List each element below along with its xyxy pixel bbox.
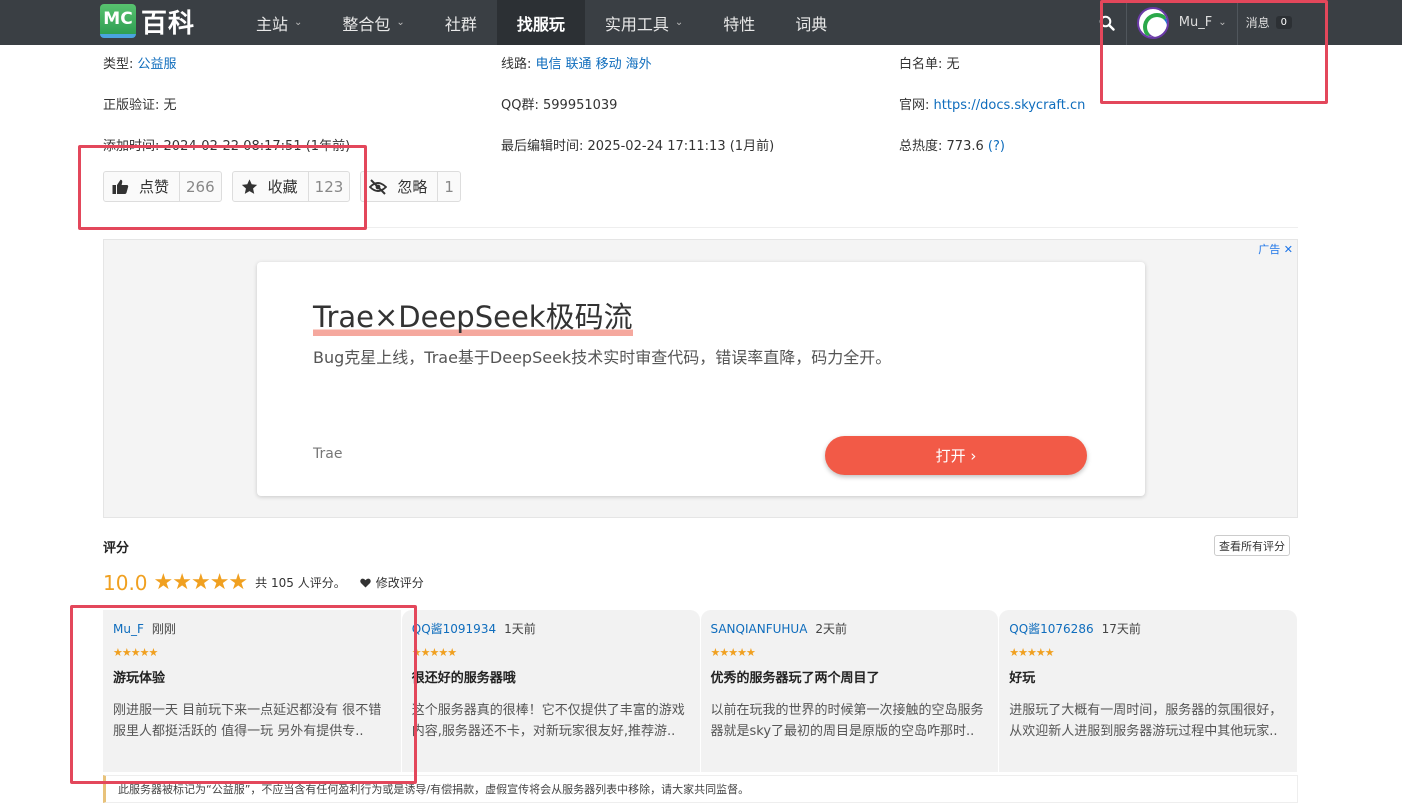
ad-banner[interactable]: 广告 ✕ Trae×DeepSeek极码流 Bug克星上线，Trae基于Deep… (103, 239, 1298, 518)
review-body: 这个服务器真的很棒！它不仅提供了丰富的游戏内容,服务器还不卡，对新玩家很友好,推… (411, 703, 685, 739)
highlight-box-user (1100, 0, 1328, 104)
premium-label: 正版验证: (103, 98, 160, 113)
chevron-down-icon: ⌄ (396, 17, 405, 28)
heat-help-link[interactable]: (?) (988, 139, 1005, 154)
nav-item-features[interactable]: 特性 (703, 0, 775, 45)
route-link[interactable]: 移动 (596, 57, 622, 72)
review-card[interactable]: QQ酱1091934 1天前 ★★★★★ 很还好的服务器哦 这个服务器真的很棒！它… (401, 610, 700, 772)
ad-description: Bug克星上线，Trae基于DeepSeek技术实时审查代码，错误率直降，码力全… (313, 348, 892, 367)
nav-label: 整合包 (342, 14, 391, 34)
review-user[interactable]: QQ酱1091934 (412, 622, 496, 636)
info-premium: 正版验证: 无 (103, 94, 501, 113)
main-nav: 主站 ⌄ 整合包 ⌄ 社群 找服玩 实用工具 ⌄ 特性 词典 (236, 0, 847, 45)
route-link[interactable]: 电信 (536, 57, 562, 72)
score-row: 10.0 ★★★★★ 共 105 人评分。 修改评分 (103, 570, 424, 595)
ad-open-button[interactable]: 打开 › (825, 436, 1087, 475)
premium-value: 无 (163, 98, 177, 113)
ad-brand: Trae (313, 446, 343, 462)
site-logo[interactable]: MC 百科 (100, 3, 195, 39)
review-header: QQ酱1091934 1天前 (412, 620, 690, 637)
edit-rating-label: 修改评分 (375, 576, 424, 590)
ignore-main: 忽略 (361, 172, 439, 201)
whitelist-label: 白名单: (899, 57, 943, 72)
review-body: 进服玩了大概有一周时间，服务器的氛围很好，从欢迎新人进服到服务器游玩过程中其他玩… (1009, 703, 1283, 739)
edited-value: 2025-02-24 17:11:13 (1月前) (587, 139, 775, 154)
review-header: SANQIANFUHUA 2天前 (711, 620, 989, 637)
edited-label: 最后编辑时间: (501, 139, 584, 154)
info-qq: QQ群: 599951039 (501, 94, 899, 113)
ignore-count: 1 (444, 177, 454, 196)
ad-close-tag[interactable]: 广告 ✕ (1258, 241, 1293, 257)
rating-stars: ★★★★★ (153, 570, 249, 595)
review-title: 很还好的服务器哦 (411, 671, 516, 686)
review-user[interactable]: QQ酱1076286 (1009, 622, 1093, 636)
ignore-button[interactable]: 忽略 1 (360, 171, 461, 202)
qq-value: 599951039 (543, 98, 618, 113)
edit-rating-link[interactable]: 修改评分 (359, 574, 424, 591)
nav-item-servers[interactable]: 找服玩 (496, 0, 585, 45)
nav-label: 主站 (256, 14, 289, 34)
logo-text: 百科 (141, 8, 196, 39)
review-stars: ★★★★★ (1009, 646, 1054, 659)
view-all-ratings-button[interactable]: 查看所有评分 (1214, 535, 1290, 556)
info-routes: 线路: 电信 联通 移动 海外 (501, 53, 899, 72)
route-label: 线路: (501, 57, 532, 72)
highlight-box-review (70, 605, 417, 784)
info-heat: 总热度: 773.6 (?) (899, 135, 1297, 154)
nav-label: 实用工具 (604, 14, 669, 34)
nav-item-dictionary[interactable]: 词典 (775, 0, 847, 45)
review-time: 2天前 (815, 622, 848, 636)
review-time: 17天前 (1101, 622, 1141, 636)
whitelist-value: 无 (946, 57, 960, 72)
review-card[interactable]: SANQIANFUHUA 2天前 ★★★★★ 优秀的服务器玩了两个周目了 以前在玩… (700, 610, 999, 772)
review-title: 优秀的服务器玩了两个周目了 (710, 671, 880, 686)
rating-title: 评分 (103, 541, 130, 556)
chevron-down-icon: ⌄ (294, 17, 303, 28)
chevron-down-icon: ⌄ (674, 17, 684, 28)
review-stars: ★★★★★ (411, 646, 457, 659)
eye-slash-icon (369, 178, 388, 195)
nav-label: 特性 (723, 14, 756, 34)
heat-label: 总热度: (899, 139, 943, 154)
ignore-label: 忽略 (397, 178, 428, 196)
nav-label: 词典 (795, 14, 828, 34)
review-user[interactable]: SANQIANFUHUA (711, 622, 808, 636)
rating-total: 共 105 人评分。 (255, 576, 346, 590)
nav-label: 找服玩 (516, 14, 565, 34)
qq-label: QQ群: (501, 98, 539, 113)
info-edited: 最后编辑时间: 2025-02-24 17:11:13 (1月前) (501, 135, 899, 154)
info-type: 类型: 公益服 (103, 53, 501, 72)
type-link[interactable]: 公益服 (138, 57, 177, 72)
nav-item-main[interactable]: 主站 ⌄ (236, 0, 322, 45)
heart-icon (359, 578, 371, 588)
type-label: 类型: (103, 57, 134, 72)
route-link[interactable]: 海外 (626, 57, 652, 72)
review-card[interactable]: QQ酱1076286 17天前 ★★★★★ 好玩 进服玩了大概有一周时间，服务器的… (999, 610, 1297, 772)
logo-mc-badge: MC (100, 4, 136, 38)
nav-item-community[interactable]: 社群 (425, 0, 497, 45)
site-label: 官网: (899, 98, 930, 113)
nav-item-tools[interactable]: 实用工具 ⌄ (585, 0, 703, 45)
nav-label: 社群 (444, 14, 477, 34)
review-title: 好玩 (1009, 671, 1036, 686)
ad-card[interactable]: Trae×DeepSeek极码流 Bug克星上线，Trae基于DeepSeek技… (257, 262, 1145, 496)
site-link[interactable]: https://docs.skycraft.cn (934, 98, 1086, 113)
highlight-box-actions (78, 145, 367, 230)
review-stars: ★★★★★ (710, 646, 756, 659)
review-time: 1天前 (504, 622, 536, 636)
ad-title: Trae×DeepSeek极码流 (313, 294, 633, 336)
review-body: 以前在玩我的世界的时候第一次接触的空岛服务器就是sky了最初的周目是原版的空岛咋… (710, 703, 984, 739)
heat-value: 773.6 (946, 139, 984, 154)
route-link[interactable]: 联通 (566, 57, 592, 72)
nav-item-modpack[interactable]: 整合包 ⌄ (322, 0, 424, 45)
review-header: QQ酱1076286 17天前 (1009, 620, 1287, 637)
rating-score: 10.0 (103, 570, 148, 595)
